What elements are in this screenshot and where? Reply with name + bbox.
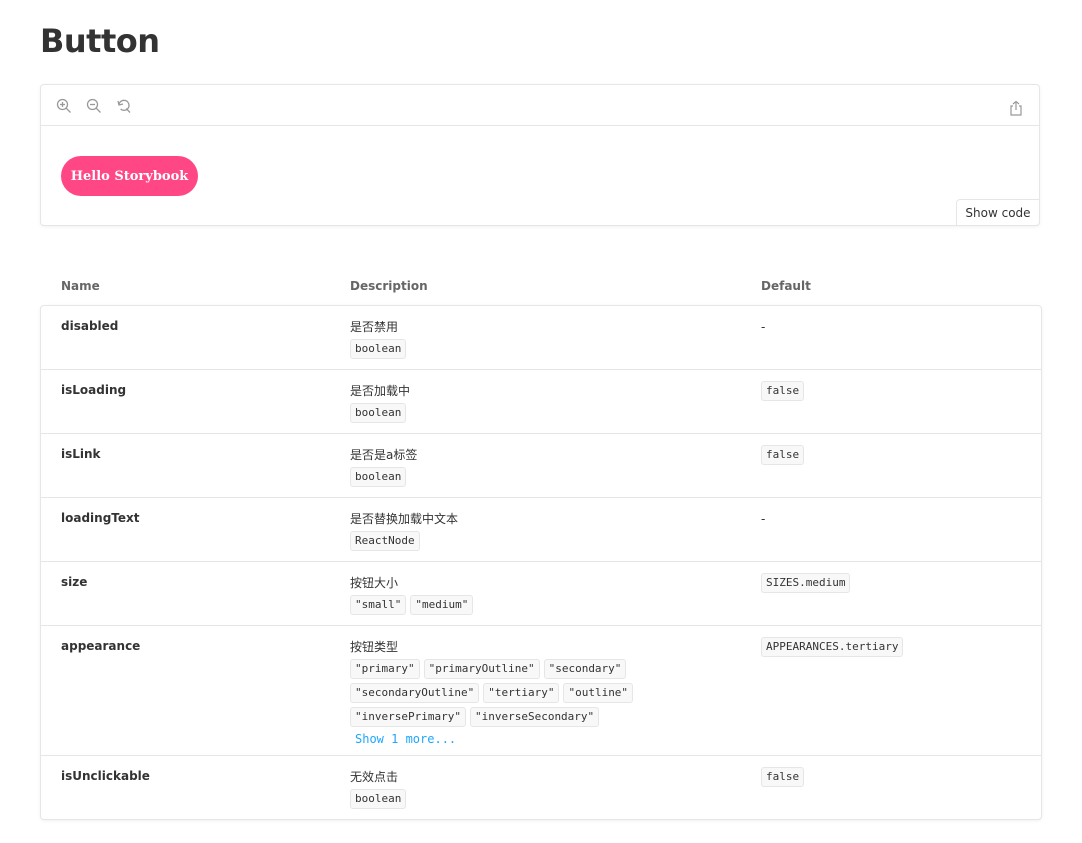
type-list: "small" "medium" xyxy=(350,595,670,615)
prop-name: disabled xyxy=(61,319,119,333)
table-row: size 按钮大小 "small" "medium" SIZES.medium xyxy=(41,562,1041,626)
type-chip: boolean xyxy=(350,339,407,359)
preview-canvas: Hello Storybook Show code xyxy=(41,126,1040,226)
prop-name: loadingText xyxy=(61,511,140,525)
zoom-in-icon[interactable] xyxy=(55,97,73,115)
story-preview: Hello Storybook Show code xyxy=(40,84,1040,226)
description-text: 按钮类型 xyxy=(350,640,399,654)
prop-description: 是否加载中 boolean xyxy=(350,383,750,423)
table-row: isLink 是否是a标签 boolean false xyxy=(41,434,1041,498)
show-code-button[interactable]: Show code xyxy=(956,199,1040,226)
prop-default: false xyxy=(761,767,805,787)
description-text: 是否加载中 xyxy=(350,384,411,398)
prop-description: 按钮类型 "primary" "primaryOutline" "seconda… xyxy=(350,639,750,746)
table-row: loadingText 是否替换加载中文本 ReactNode - xyxy=(41,498,1041,562)
description-text: 是否替换加载中文本 xyxy=(350,512,459,526)
type-list: boolean xyxy=(350,339,670,359)
description-text: 无效点击 xyxy=(350,770,399,784)
table-row: appearance 按钮类型 "primary" "primaryOutlin… xyxy=(41,626,1041,756)
prop-default: false xyxy=(761,445,805,465)
type-chip: boolean xyxy=(350,789,407,809)
reset-zoom-icon[interactable] xyxy=(115,97,133,115)
column-header-name: Name xyxy=(61,279,100,293)
page-title: Button xyxy=(40,22,160,60)
type-chip: boolean xyxy=(350,403,407,423)
prop-name: isLink xyxy=(61,447,101,461)
prop-default: SIZES.medium xyxy=(761,573,851,593)
type-chip: "inversePrimary" xyxy=(350,707,466,727)
default-value: - xyxy=(761,512,766,526)
prop-description: 是否是a标签 boolean xyxy=(350,447,750,487)
type-chip: "inverseSecondary" xyxy=(469,707,600,727)
prop-default: - xyxy=(761,319,765,335)
type-chip: "tertiary" xyxy=(483,683,560,703)
prop-description: 无效点击 boolean xyxy=(350,769,750,809)
type-chip: "outline" xyxy=(563,683,634,703)
default-value: - xyxy=(761,320,766,334)
table-row: isUnclickable 无效点击 boolean false xyxy=(41,756,1041,819)
default-value: APPEARANCES.tertiary xyxy=(761,637,904,657)
type-chip: "primary" xyxy=(350,659,420,679)
props-table-body: disabled 是否禁用 boolean - isLoading 是否加载中 … xyxy=(40,305,1042,820)
prop-name: isUnclickable xyxy=(61,769,150,783)
type-list: boolean xyxy=(350,789,670,809)
type-list: boolean xyxy=(350,403,670,423)
type-chip: ReactNode xyxy=(350,531,420,551)
table-row: isLoading 是否加载中 boolean false xyxy=(41,370,1041,434)
default-value: false xyxy=(761,381,805,401)
prop-name: isLoading xyxy=(61,383,127,397)
hello-storybook-button[interactable]: Hello Storybook xyxy=(61,156,198,196)
description-text: 是否禁用 xyxy=(350,320,399,334)
type-list: "primary" "primaryOutline" "secondary" "… xyxy=(350,659,670,727)
type-chip: "primaryOutline" xyxy=(423,659,540,679)
prop-default: - xyxy=(761,511,765,527)
type-list: ReactNode xyxy=(350,531,670,551)
prop-name: size xyxy=(61,575,88,589)
type-chip: "medium" xyxy=(410,595,474,615)
type-chip: "secondaryOutline" xyxy=(350,683,480,703)
description-text: 是否是a标签 xyxy=(350,448,418,462)
prop-default: false xyxy=(761,381,805,401)
share-icon[interactable] xyxy=(1007,99,1025,117)
preview-toolbar xyxy=(41,85,1039,126)
props-table-header: Name Description Default xyxy=(40,279,1042,295)
prop-description: 是否替换加载中文本 ReactNode xyxy=(350,511,750,551)
default-value: false xyxy=(761,767,805,787)
type-chip: "small" xyxy=(350,595,407,615)
table-row: disabled 是否禁用 boolean - xyxy=(41,306,1041,370)
type-chip: "secondary" xyxy=(543,659,627,679)
zoom-out-icon[interactable] xyxy=(85,97,103,115)
prop-default: APPEARANCES.tertiary xyxy=(761,637,904,657)
default-value: false xyxy=(761,445,805,465)
column-header-description: Description xyxy=(350,279,428,293)
prop-description: 按钮大小 "small" "medium" xyxy=(350,575,750,615)
column-header-default: Default xyxy=(761,279,811,293)
prop-name: appearance xyxy=(61,639,141,653)
prop-description: 是否禁用 boolean xyxy=(350,319,750,359)
type-chip: boolean xyxy=(350,467,407,487)
default-value: SIZES.medium xyxy=(761,573,851,593)
type-list: boolean xyxy=(350,467,670,487)
show-more-link[interactable]: Show 1 more... xyxy=(355,732,750,746)
description-text: 按钮大小 xyxy=(350,576,399,590)
